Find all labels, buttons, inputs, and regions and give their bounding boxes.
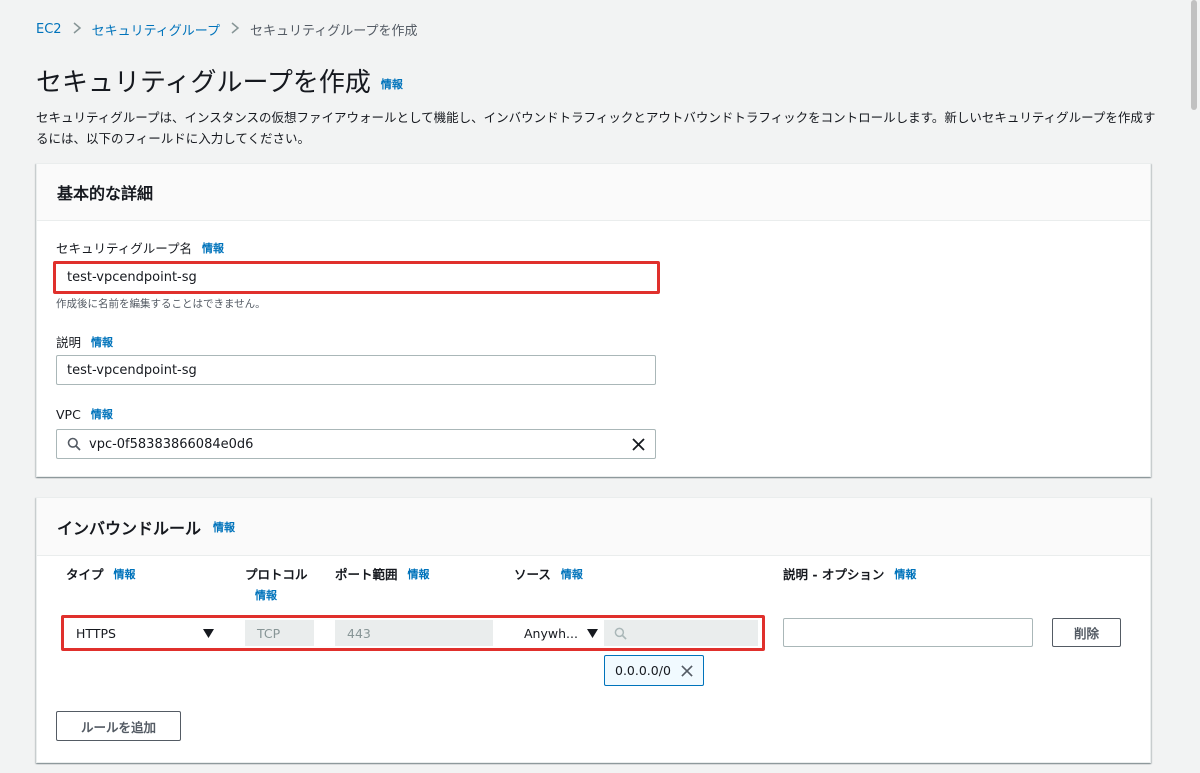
breadcrumb-security-groups[interactable]: セキュリティグループ [92, 20, 220, 39]
col-type-info-link[interactable]: 情報 [114, 566, 136, 582]
source-value: Anywh... [524, 625, 578, 641]
description-value: test-vpcendpoint-sg [67, 362, 197, 378]
breadcrumb: EC2 セキュリティグループ セキュリティグループを作成 [36, 20, 417, 39]
search-icon [67, 437, 81, 451]
type-value: HTTPS [76, 625, 116, 641]
col-source-label: ソース [514, 567, 551, 582]
col-type: タイプ 情報 [66, 564, 136, 583]
col-protocol-info-link[interactable]: 情報 [255, 587, 277, 603]
dropdown-icon [203, 628, 214, 638]
vpc-value: vpc-0f58383866084e0d6 [89, 436, 254, 452]
add-rule-button-label: ルールを追加 [80, 719, 156, 735]
vpc-search-input[interactable]: vpc-0f58383866084e0d6 [56, 429, 656, 459]
sg-name-hint: 作成後に名前を編集することはできません。 [56, 298, 266, 310]
protocol-value: TCP [257, 625, 281, 641]
dropdown-icon [587, 628, 598, 638]
vpc-label-text: VPC [56, 406, 81, 422]
port-value: 443 [347, 625, 371, 641]
search-icon [614, 627, 627, 640]
chevron-right-icon [72, 21, 82, 38]
add-rule-button[interactable]: ルールを追加 [56, 711, 181, 741]
description-label-text: 説明 [56, 335, 82, 350]
col-description: 説明 - オプション 情報 [783, 564, 916, 583]
page-title: セキュリティグループを作成 情報 [36, 62, 403, 99]
inbound-info-link[interactable]: 情報 [213, 519, 235, 535]
breadcrumb-ec2[interactable]: EC2 [36, 22, 62, 37]
description-label: 説明 情報 [56, 332, 113, 351]
basic-details-header: 基本的な詳細 [37, 164, 1150, 221]
close-icon[interactable] [681, 664, 693, 677]
sg-name-input[interactable]: test-vpcendpoint-sg [56, 264, 656, 291]
inbound-rules-title: インバウンドルール [57, 518, 202, 538]
clear-icon[interactable] [632, 437, 645, 451]
page-info-link[interactable]: 情報 [381, 76, 403, 92]
cidr-token: 0.0.0.0/0 [604, 655, 704, 686]
description-info-link[interactable]: 情報 [91, 334, 113, 350]
vpc-info-link[interactable]: 情報 [91, 406, 113, 422]
col-source: ソース 情報 [514, 564, 583, 583]
rule-description-input[interactable] [783, 618, 1033, 647]
sg-name-label-text: セキュリティグループ名 [56, 241, 193, 256]
source-select[interactable]: Anywh... [514, 620, 604, 646]
inbound-rules-header: インバウンドルール 情報 [37, 498, 1150, 556]
col-protocol: プロトコル 情報 [245, 564, 308, 603]
delete-button-label: 削除 [1073, 626, 1099, 641]
vpc-label: VPC 情報 [56, 406, 113, 422]
col-protocol-label: プロトコル [245, 567, 308, 582]
page-title-text: セキュリティグループを作成 [36, 68, 371, 98]
sg-name-value: test-vpcendpoint-sg [67, 270, 197, 285]
sg-name-label: セキュリティグループ名 情報 [56, 238, 224, 257]
basic-details-panel: 基本的な詳細 セキュリティグループ名 情報 test-vpcendpoint-s… [36, 163, 1151, 477]
sg-name-info-link[interactable]: 情報 [202, 240, 224, 256]
inbound-rules-panel: インバウンドルール 情報 タイプ 情報 プロトコル 情報 ポート範囲 情報 ソー… [36, 497, 1151, 763]
basic-details-title: 基本的な詳細 [57, 184, 154, 203]
col-description-info-link[interactable]: 情報 [894, 566, 916, 582]
chevron-right-icon [230, 21, 240, 38]
col-source-info-link[interactable]: 情報 [561, 566, 583, 582]
col-port-range: ポート範囲 情報 [335, 564, 430, 583]
page-description: セキュリティグループは、インスタンスの仮想ファイアウォールとして機能し、インバウ… [36, 110, 1156, 146]
source-cidr-search[interactable] [604, 620, 758, 646]
description-input[interactable]: test-vpcendpoint-sg [56, 355, 656, 385]
col-type-label: タイプ [66, 567, 104, 582]
type-select[interactable]: HTTPS [66, 620, 224, 646]
breadcrumb-current: セキュリティグループを作成 [250, 24, 418, 39]
port-range-field: 443 [335, 620, 493, 646]
col-port-info-link[interactable]: 情報 [408, 566, 430, 582]
col-port-range-label: ポート範囲 [335, 567, 398, 582]
cidr-value: 0.0.0.0/0 [615, 663, 671, 678]
delete-button[interactable]: 削除 [1052, 618, 1121, 647]
protocol-field: TCP [245, 620, 314, 646]
col-description-label: 説明 - オプション [783, 567, 885, 582]
scrollbar[interactable] [1191, 0, 1197, 110]
